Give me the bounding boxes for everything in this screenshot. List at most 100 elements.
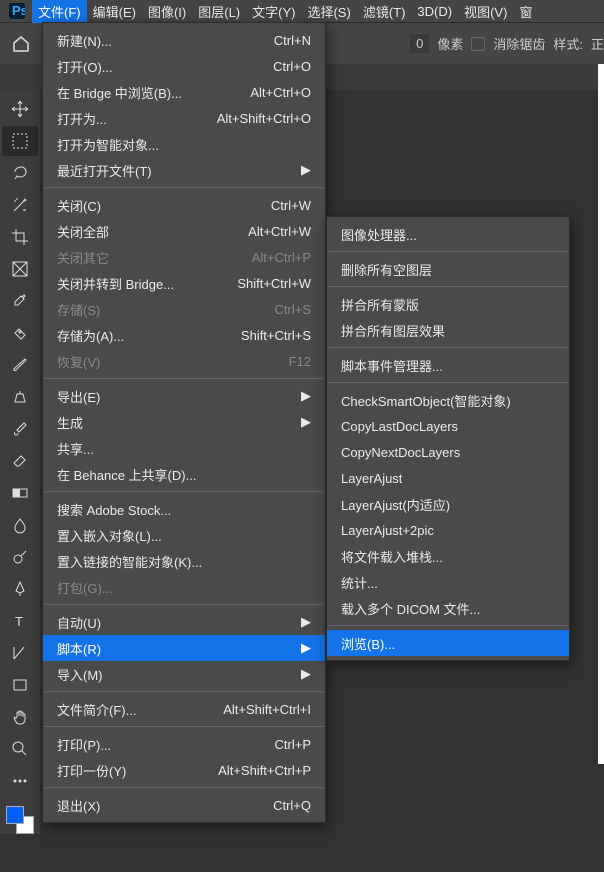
file-menu-item[interactable]: 置入链接的智能对象(K)...: [43, 548, 325, 574]
menu-3d[interactable]: 3D(D): [411, 2, 458, 21]
gradient-tool-icon[interactable]: [2, 478, 38, 508]
file-menu-item[interactable]: 共享...: [43, 435, 325, 461]
file-menu-item[interactable]: 脚本(R)▶: [43, 635, 325, 661]
dodge-tool-icon[interactable]: [2, 542, 38, 572]
type-tool-icon[interactable]: T: [2, 606, 38, 636]
file-menu-item[interactable]: 新建(N)...Ctrl+N: [43, 27, 325, 53]
antialias-label: 消除锯齿: [493, 34, 545, 53]
menu-layer[interactable]: 图层(L): [192, 0, 246, 23]
menu-edit[interactable]: 编辑(E): [87, 0, 142, 23]
script-menu-item[interactable]: CopyNextDocLayers: [327, 439, 569, 465]
file-menu-item[interactable]: 自动(U)▶: [43, 609, 325, 635]
submenu-arrow-icon: ▶: [301, 162, 311, 178]
path-tool-icon[interactable]: [2, 638, 38, 668]
menu-item-label: 打包(G)...: [57, 578, 113, 597]
file-menu-item[interactable]: 导入(M)▶: [43, 661, 325, 687]
menu-separator: [329, 382, 567, 383]
menu-separator: [45, 787, 323, 788]
zoom-tool-icon[interactable]: [2, 734, 38, 764]
file-menu-item[interactable]: 关闭全部Alt+Ctrl+W: [43, 218, 325, 244]
feather-value[interactable]: 0: [410, 34, 429, 53]
frame-tool-icon[interactable]: [2, 254, 38, 284]
marquee-tool-icon[interactable]: [2, 126, 38, 156]
script-menu-item[interactable]: CheckSmartObject(智能对象): [327, 387, 569, 413]
heal-tool-icon[interactable]: [2, 318, 38, 348]
move-tool-icon[interactable]: [2, 94, 38, 124]
brush-tool-icon[interactable]: [2, 350, 38, 380]
script-menu-item[interactable]: 删除所有空图层: [327, 256, 569, 282]
menu-item-shortcut: Alt+Ctrl+W: [248, 224, 311, 239]
file-menu-item[interactable]: 退出(X)Ctrl+Q: [43, 792, 325, 818]
menu-item-label: 导出(E): [57, 387, 100, 406]
menu-text[interactable]: 文字(Y): [246, 0, 301, 23]
file-menu-item[interactable]: 打印一份(Y)Alt+Shift+Ctrl+P: [43, 757, 325, 783]
file-menu-item[interactable]: 关闭并转到 Bridge...Shift+Ctrl+W: [43, 270, 325, 296]
script-menu-item[interactable]: LayerAjust: [327, 465, 569, 491]
menu-window[interactable]: 窗: [513, 0, 538, 23]
history-brush-tool-icon[interactable]: [2, 414, 38, 444]
pen-tool-icon[interactable]: [2, 574, 38, 604]
foreground-swatch[interactable]: [6, 806, 24, 824]
file-menu-item[interactable]: 关闭(C)Ctrl+W: [43, 192, 325, 218]
menu-filter[interactable]: 滤镜(T): [357, 0, 412, 23]
hand-tool-icon[interactable]: [2, 702, 38, 732]
script-menu-item[interactable]: 将文件载入堆栈...: [327, 543, 569, 569]
menu-item-label: 拼合所有蒙版: [341, 295, 419, 314]
file-menu-item[interactable]: 导出(E)▶: [43, 383, 325, 409]
file-menu-item[interactable]: 文件简介(F)...Alt+Shift+Ctrl+I: [43, 696, 325, 722]
menu-item-label: 文件简介(F)...: [57, 700, 136, 719]
app-logo-icon: Ps: [2, 2, 32, 20]
script-submenu: 图像处理器... 删除所有空图层拼合所有蒙版拼合所有图层效果脚本事件管理器... C…: [326, 216, 570, 661]
lasso-tool-icon[interactable]: [2, 158, 38, 188]
menu-item-label: 搜索 Adobe Stock...: [57, 500, 171, 519]
blur-tool-icon[interactable]: [2, 510, 38, 540]
file-menu-item[interactable]: 在 Behance 上共享(D)...: [43, 461, 325, 487]
script-menu-item[interactable]: LayerAjust+2pic: [327, 517, 569, 543]
file-menu-item[interactable]: 打开(O)...Ctrl+O: [43, 53, 325, 79]
script-menu-item[interactable]: 浏览(B)...: [327, 630, 569, 656]
style-value[interactable]: 正: [591, 34, 604, 53]
file-menu-item[interactable]: 置入嵌入对象(L)...: [43, 522, 325, 548]
file-menu-item[interactable]: 搜索 Adobe Stock...: [43, 496, 325, 522]
menu-select[interactable]: 选择(S): [301, 0, 356, 23]
menu-file[interactable]: 文件(F): [32, 0, 87, 23]
clone-tool-icon[interactable]: [2, 382, 38, 412]
shape-tool-icon[interactable]: [2, 670, 38, 700]
menu-item-label: CopyNextDocLayers: [341, 445, 460, 460]
menu-item-shortcut: Alt+Shift+Ctrl+O: [217, 111, 311, 126]
file-menu-item[interactable]: 打开为...Alt+Shift+Ctrl+O: [43, 105, 325, 131]
script-menu-item[interactable]: 拼合所有蒙版: [327, 291, 569, 317]
menu-image[interactable]: 图像(I): [142, 0, 192, 23]
script-menu-item[interactable]: 脚本事件管理器...: [327, 352, 569, 378]
wand-tool-icon[interactable]: [2, 190, 38, 220]
menu-item-label: 置入嵌入对象(L)...: [57, 526, 162, 545]
file-menu-item[interactable]: 在 Bridge 中浏览(B)...Alt+Ctrl+O: [43, 79, 325, 105]
script-menu-item[interactable]: 载入多个 DICOM 文件...: [327, 595, 569, 621]
eyedropper-tool-icon[interactable]: [2, 286, 38, 316]
menu-view[interactable]: 视图(V): [458, 0, 513, 23]
file-menu-item[interactable]: 生成▶: [43, 409, 325, 435]
file-menu-item[interactable]: 存储为(A)...Shift+Ctrl+S: [43, 322, 325, 348]
script-menu-item[interactable]: CopyLastDocLayers: [327, 413, 569, 439]
svg-text:Ps: Ps: [12, 3, 25, 18]
script-menu-item[interactable]: LayerAjust(内适应): [327, 491, 569, 517]
color-swatches[interactable]: [6, 806, 34, 834]
menu-item-label: 打开(O)...: [57, 57, 113, 76]
script-menu-item[interactable]: 图像处理器...: [327, 221, 569, 247]
antialias-checkbox[interactable]: [471, 37, 485, 51]
script-menu-item[interactable]: 拼合所有图层效果: [327, 317, 569, 343]
file-menu-item[interactable]: 最近打开文件(T)▶: [43, 157, 325, 183]
home-icon[interactable]: [8, 31, 34, 57]
style-label: 样式:: [553, 34, 583, 53]
menu-item-label: 导入(M): [57, 665, 103, 684]
menu-item-label: 关闭并转到 Bridge...: [57, 274, 174, 293]
menu-item-label: 置入链接的智能对象(K)...: [57, 552, 202, 571]
edit-toolbar-icon[interactable]: [2, 766, 38, 796]
crop-tool-icon[interactable]: [2, 222, 38, 252]
file-menu-item[interactable]: 打印(P)...Ctrl+P: [43, 731, 325, 757]
file-menu-item[interactable]: 打开为智能对象...: [43, 131, 325, 157]
menu-separator: [329, 625, 567, 626]
eraser-tool-icon[interactable]: [2, 446, 38, 476]
script-menu-item[interactable]: 统计...: [327, 569, 569, 595]
menu-item-label: 共享...: [57, 439, 94, 458]
